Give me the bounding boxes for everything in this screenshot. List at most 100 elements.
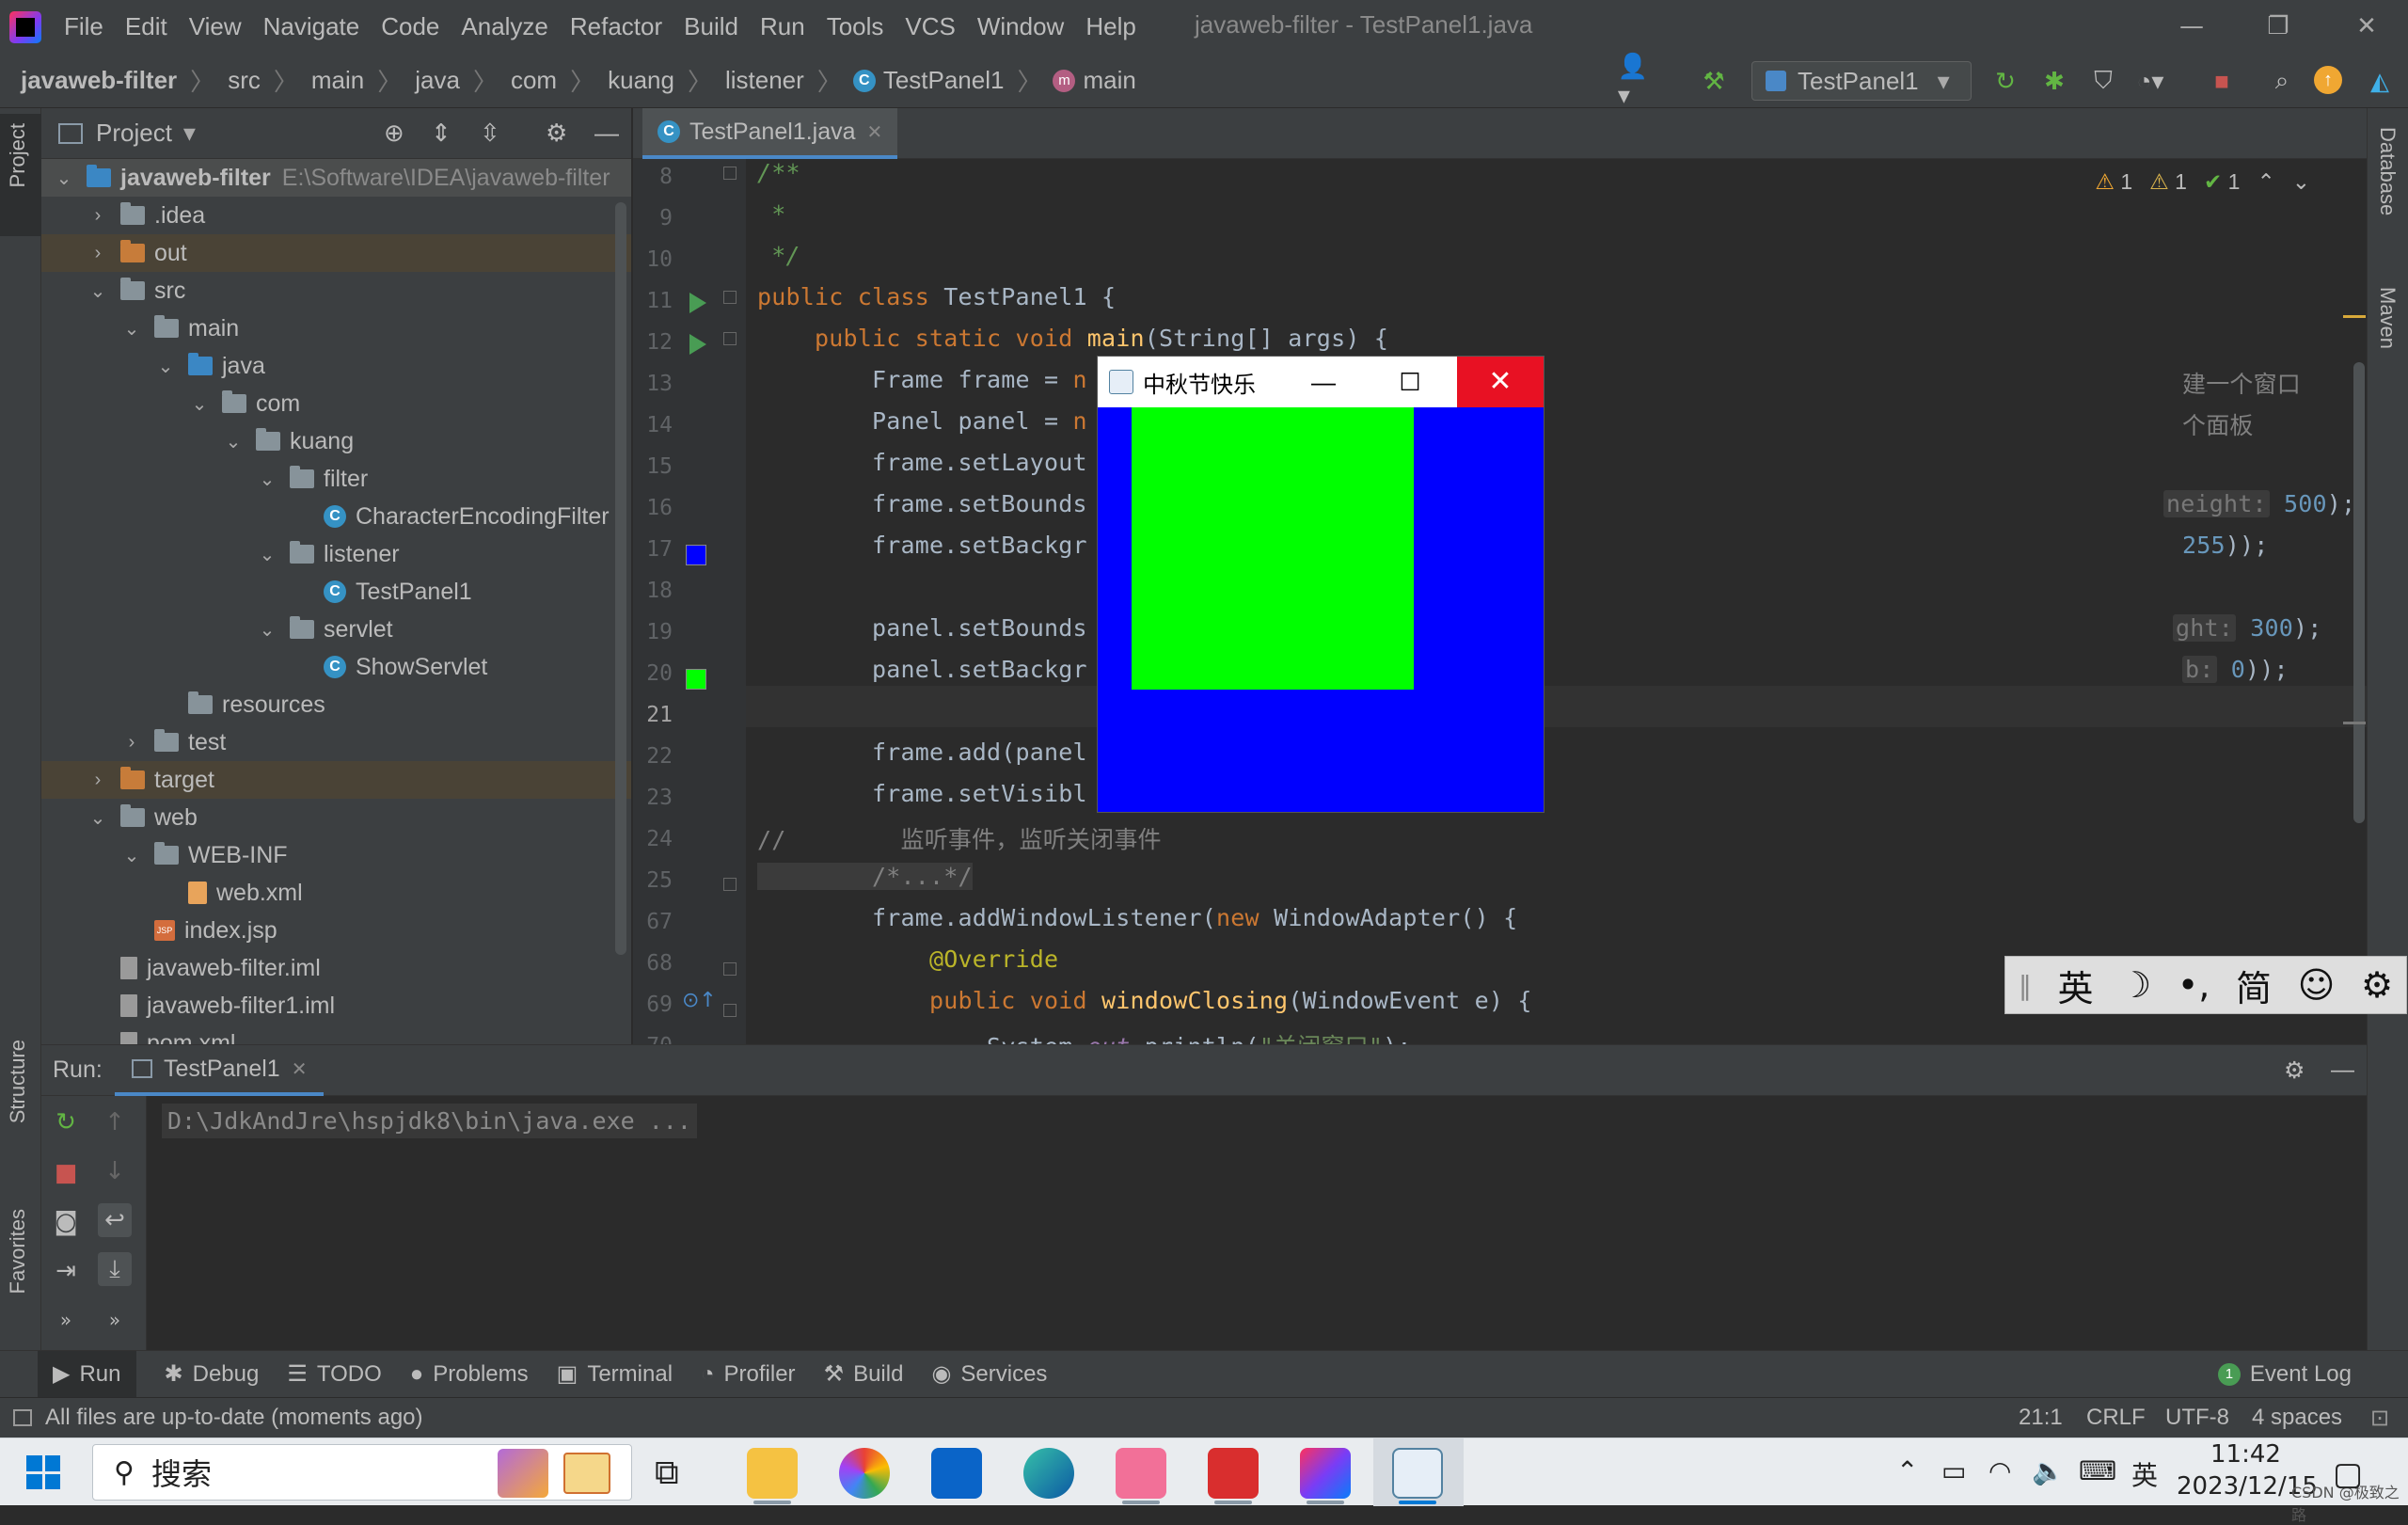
breadcrumb-com[interactable]: com [511, 66, 557, 95]
tab-problems[interactable]: ● Problems [410, 1361, 529, 1388]
notification-icon[interactable]: ▢ [2333, 1455, 2363, 1493]
code-line-11[interactable]: public class TestPanel1 { [757, 283, 1116, 310]
restore-button[interactable]: ❐ [2250, 8, 2306, 45]
run-gutter-icon[interactable] [689, 334, 706, 355]
run-tab-testpanel1[interactable]: TestPanel1 ✕ [115, 1045, 325, 1096]
chevron-down-icon[interactable]: ⌄ [156, 355, 175, 378]
line-number[interactable]: 18 [633, 579, 673, 603]
chevron-right-icon[interactable]: › [88, 770, 107, 791]
tree-node[interactable]: ⌄ web [41, 799, 631, 836]
frame-maximize-button[interactable]: ☐ [1367, 357, 1453, 407]
tab-event-log[interactable]: 1 Event Log [2217, 1361, 2352, 1388]
inspection-widget[interactable]: ⚠ 1 ⚠ 1 ✔ 1 ⌃ ⌄ [2095, 169, 2310, 195]
warning-marker[interactable] [2343, 315, 2366, 318]
tree-node[interactable]: ⌄ java [41, 347, 631, 385]
line-number[interactable]: 19 [633, 620, 673, 644]
tab-profiler[interactable]: ◔ Profiler [701, 1361, 796, 1388]
override-gutter-icon[interactable]: ⊙↑ [682, 989, 717, 1012]
code-line-15[interactable]: frame.setLayout [757, 449, 1087, 476]
project-tool-tab[interactable]: Project [6, 123, 30, 187]
java-frame-titlebar[interactable]: 中秋节快乐 — ☐ ✕ [1098, 357, 1544, 407]
soft-wrap-icon[interactable]: ↩ [98, 1203, 132, 1237]
breadcrumb-src[interactable]: src [228, 66, 261, 95]
chevron-down-icon[interactable]: ▾ [183, 119, 196, 148]
coverage-icon[interactable]: ⛉ [2088, 66, 2118, 96]
code-line-14[interactable]: Panel panel = n [757, 407, 1087, 435]
login-icon[interactable]: ⇥ [49, 1254, 83, 1288]
tree-scrollbar[interactable] [615, 202, 626, 955]
tree-node[interactable]: javaweb-filter1.iml [41, 987, 631, 1025]
menu-vcs[interactable]: VCS [905, 12, 955, 41]
tree-node[interactable]: resources [41, 686, 631, 723]
previous-highlight-icon[interactable]: ⌃ [2257, 169, 2274, 195]
code-line-12[interactable]: public static void main(String[] args) { [757, 325, 1388, 352]
tab-todo[interactable]: ☰ TODO [287, 1360, 381, 1388]
line-number[interactable]: 9 [633, 206, 673, 230]
fold-icon[interactable] [723, 1004, 737, 1017]
tray-chevron-up-icon[interactable]: ⌃ [1896, 1455, 1918, 1486]
favorites-tool-tab[interactable]: Favorites [6, 1209, 30, 1294]
indent-setting[interactable]: 4 spaces [2252, 1405, 2342, 1431]
chevron-right-icon[interactable]: › [88, 243, 107, 264]
fold-icon[interactable] [723, 167, 737, 180]
breadcrumb-project[interactable]: javaweb-filter [21, 66, 177, 95]
close-tab-icon[interactable]: ✕ [867, 120, 883, 144]
tree-node[interactable]: ⌄ listener [41, 535, 631, 573]
file-explorer-icon[interactable] [747, 1448, 798, 1499]
code-line-23[interactable]: frame.setVisibl [757, 780, 1087, 807]
code-line-69[interactable]: public void windowClosing(WindowEvent e)… [757, 987, 1532, 1014]
color-swatch-icon[interactable] [686, 545, 706, 565]
tree-node[interactable]: › target [41, 761, 631, 799]
taskbar-search-box[interactable]: ⚲ 搜索 [92, 1444, 632, 1501]
line-number[interactable]: 15 [633, 454, 673, 479]
file-encoding[interactable]: UTF-8 [2165, 1405, 2229, 1431]
ime-simplified-toggle[interactable]: 简 [2236, 960, 2272, 1011]
breadcrumb-main[interactable]: main [311, 66, 364, 95]
user-icon[interactable]: 👤▾ [1618, 52, 1648, 109]
menu-file[interactable]: File [64, 12, 103, 41]
tree-node[interactable]: › out [41, 234, 631, 272]
chevron-down-icon[interactable]: ⌄ [258, 543, 277, 566]
jetbrains-toolbox-icon[interactable]: ◭ [2365, 66, 2395, 96]
tree-node[interactable]: web.xml [41, 874, 631, 912]
collapse-all-icon[interactable]: ⇳ [480, 119, 500, 148]
fold-icon[interactable] [723, 291, 737, 304]
menu-refactor[interactable]: Refactor [570, 12, 662, 41]
chevron-right-icon[interactable]: › [88, 205, 107, 227]
hide-panel-icon[interactable]: — [594, 119, 619, 148]
tab-run[interactable]: ▶ Run [38, 1350, 136, 1398]
code-line-10[interactable]: */ [757, 242, 800, 269]
line-number[interactable]: 24 [633, 827, 673, 851]
tab-debug[interactable]: ✱ Debug [165, 1360, 260, 1388]
code-line-13[interactable]: Frame frame = n [757, 366, 1087, 393]
menu-help[interactable]: Help [1085, 12, 1135, 41]
tray-ime-indicator[interactable]: 英 [2131, 1455, 2158, 1493]
tree-node[interactable]: pom.xml [41, 1025, 631, 1044]
code-line-68[interactable]: @Override [757, 945, 1058, 973]
maven-tool-tab[interactable]: Maven [2375, 287, 2400, 349]
browser-icon[interactable] [839, 1448, 890, 1499]
menu-analyze[interactable]: Analyze [461, 12, 548, 41]
fold-icon[interactable] [723, 878, 737, 891]
menu-window[interactable]: Window [977, 12, 1064, 41]
rerun-icon[interactable]: ↻ [1990, 66, 2020, 96]
line-number[interactable]: 11 [633, 289, 673, 313]
volume-mute-icon[interactable]: 🔈 [2032, 1455, 2065, 1486]
code-line-8[interactable]: /** [757, 159, 800, 186]
code-line-22[interactable]: frame.add(panel [757, 739, 1087, 766]
tree-node[interactable]: C ShowServlet [41, 648, 631, 686]
clock-time[interactable]: 11:42 [2210, 1440, 2281, 1469]
code-line-24[interactable]: // 监听事件，监听关闭事件 [757, 821, 1162, 855]
line-number[interactable]: 12 [633, 330, 673, 355]
caret-position[interactable]: 21:1 [2019, 1405, 2063, 1431]
chevron-down-icon[interactable]: ⌄ [88, 279, 107, 303]
hide-panel-icon[interactable]: — [2331, 1056, 2354, 1084]
editor-scrollbar[interactable] [2353, 362, 2365, 823]
code-line-20[interactable]: panel.setBackgr [757, 656, 1087, 683]
chevron-down-icon[interactable]: ⌄ [224, 430, 243, 453]
keyboard-icon[interactable]: ⌨ [2079, 1455, 2116, 1486]
stop-icon[interactable]: ■ [49, 1156, 83, 1190]
structure-tool-tab[interactable]: Structure [6, 1040, 30, 1123]
line-number[interactable]: 20 [633, 661, 673, 686]
chevron-down-icon[interactable]: ⌄ [88, 806, 107, 830]
